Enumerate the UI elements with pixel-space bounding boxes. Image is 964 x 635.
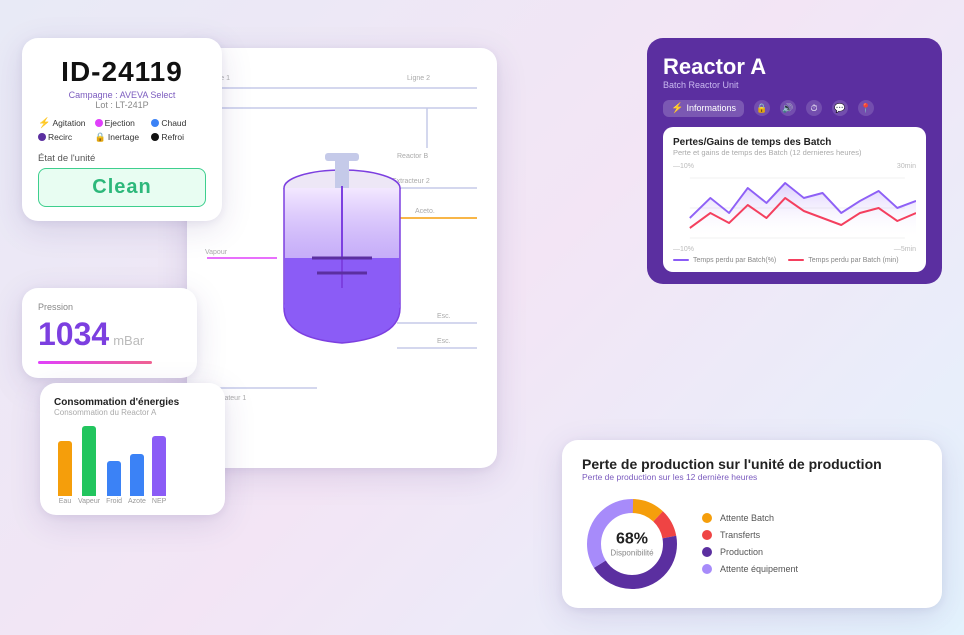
etat-label: État de l'unité bbox=[38, 153, 206, 164]
batch-title: Pertes/Gains de temps des Batch bbox=[673, 137, 916, 148]
dot-production bbox=[702, 547, 712, 557]
id-card: ID-24119 Campagne : AVEVA Select Lot : L… bbox=[22, 38, 222, 221]
location-icon[interactable]: 📍 bbox=[858, 100, 874, 116]
bar-chart: Eau Vapeur Froid Azote NEP bbox=[54, 425, 211, 505]
bar-group-nep: NEP bbox=[152, 436, 166, 505]
legend-production: Production bbox=[702, 547, 798, 557]
timer-icon[interactable]: ⏱ bbox=[806, 100, 822, 116]
pression-card: Pression 1034 mBar bbox=[22, 288, 197, 378]
donut-label: Disponibilité bbox=[610, 548, 653, 557]
svg-text:Esc.: Esc. bbox=[437, 338, 451, 345]
donut-chart: 68% Disponibilité bbox=[582, 494, 682, 594]
svg-text:Ligne 2: Ligne 2 bbox=[407, 75, 430, 82]
production-legend: Attente Batch Transferts Production Atte… bbox=[702, 513, 798, 574]
reactor-card: Reactor A Batch Reactor Unit ⚡ Informati… bbox=[647, 38, 942, 284]
production-card: Perte de production sur l'unité de produ… bbox=[562, 440, 942, 608]
production-sub: Perte de production sur les 12 dernière … bbox=[582, 472, 922, 482]
pression-bar bbox=[38, 361, 152, 364]
sound-icon[interactable]: 🔊 bbox=[780, 100, 796, 116]
pression-label: Pression bbox=[38, 302, 181, 312]
legend-item-1: Temps perdu par Batch(%) bbox=[673, 257, 776, 264]
tag-refroi: Refroi bbox=[151, 132, 206, 143]
chart-area: —10% —10% 30min —5min bbox=[673, 163, 916, 253]
legend-attente-equip: Attente équipement bbox=[702, 564, 798, 574]
legend-line-purple bbox=[673, 259, 689, 261]
schematic-svg: Ligne 1 Ligne 2 Reactor B Extracteur 2 A… bbox=[197, 58, 487, 458]
chat-icon[interactable]: 💬 bbox=[832, 100, 848, 116]
batch-chart-area: Pertes/Gains de temps des Batch Perte et… bbox=[663, 127, 926, 272]
bar-eau bbox=[58, 441, 72, 496]
energy-sub: Consommation du Reactor A bbox=[54, 408, 211, 417]
legend-item-2: Temps perdu par Batch (min) bbox=[788, 257, 898, 264]
legend-line-red bbox=[788, 259, 804, 261]
bar-group-eau: Eau bbox=[58, 441, 72, 505]
bar-azote bbox=[130, 454, 144, 496]
bar-vapeur bbox=[82, 426, 96, 496]
pression-value: 1034 mBar bbox=[38, 316, 181, 353]
tag-inertage: 🔒 Inertage bbox=[95, 132, 150, 143]
donut-center: 68% Disponibilité bbox=[610, 530, 653, 557]
tag-agitation: ⚡ Agitation bbox=[38, 118, 93, 129]
donut-pct: 68% bbox=[610, 530, 653, 548]
chart-y-right: 30min —5min bbox=[894, 163, 916, 253]
tag-ejection: Ejection bbox=[95, 118, 150, 129]
energy-title: Consommation d'énergies bbox=[54, 397, 211, 408]
lot-label: Lot : LT-241P bbox=[38, 100, 206, 110]
bar-nep bbox=[152, 436, 166, 496]
tag-list: ⚡ Agitation Ejection Chaud Recirc 🔒 Iner… bbox=[38, 118, 206, 143]
info-button[interactable]: ⚡ Informations bbox=[663, 100, 744, 117]
pression-unit: mBar bbox=[113, 333, 144, 348]
tag-recirc: Recirc bbox=[38, 132, 93, 143]
chart-y-left: —10% —10% bbox=[673, 163, 694, 253]
svg-text:Vapour: Vapour bbox=[205, 249, 228, 256]
reactor-sub: Batch Reactor Unit bbox=[663, 80, 926, 90]
bar-froid bbox=[107, 461, 121, 496]
lock-icon[interactable]: 🔒 bbox=[754, 100, 770, 116]
legend-transferts: Transferts bbox=[702, 530, 798, 540]
dot-attente-equip bbox=[702, 564, 712, 574]
batch-chart-svg bbox=[673, 163, 916, 253]
dashboard: ID-24119 Campagne : AVEVA Select Lot : L… bbox=[22, 18, 942, 618]
schematic-card: Ligne 1 Ligne 2 Reactor B Extracteur 2 A… bbox=[187, 48, 497, 468]
production-title: Perte de production sur l'unité de produ… bbox=[582, 456, 922, 472]
bar-group-azote: Azote bbox=[128, 454, 146, 505]
bar-group-froid: Froid bbox=[106, 461, 122, 505]
bar-group-vapeur: Vapeur bbox=[78, 426, 100, 505]
energy-card: Consommation d'énergies Consommation du … bbox=[40, 383, 225, 515]
svg-text:Aceto.: Aceto. bbox=[415, 208, 435, 215]
chart-legend: Temps perdu par Batch(%) Temps perdu par… bbox=[673, 257, 916, 264]
tag-chaud: Chaud bbox=[151, 118, 206, 129]
id-title: ID-24119 bbox=[38, 56, 206, 88]
svg-text:Esc.: Esc. bbox=[437, 313, 451, 320]
dot-attente-batch bbox=[702, 513, 712, 523]
legend-attente-batch: Attente Batch bbox=[702, 513, 798, 523]
reactor-title: Reactor A bbox=[663, 54, 926, 80]
reactor-icons: ⚡ Informations 🔒 🔊 ⏱ 💬 📍 bbox=[663, 100, 926, 117]
campaign-label: Campagne : AVEVA Select bbox=[38, 90, 206, 100]
clean-badge: Clean bbox=[38, 168, 206, 207]
production-content: 68% Disponibilité Attente Batch Transfer… bbox=[582, 494, 922, 594]
batch-sub: Perte et gains de temps des Batch (12 de… bbox=[673, 148, 916, 157]
svg-text:Reactor B: Reactor B bbox=[397, 153, 428, 160]
dot-transferts bbox=[702, 530, 712, 540]
